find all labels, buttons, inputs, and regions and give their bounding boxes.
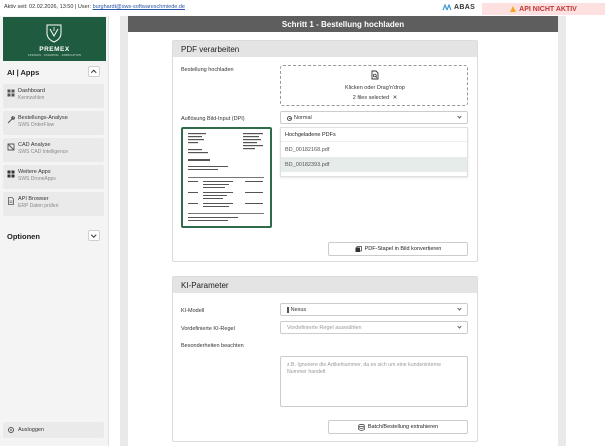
sidebar-item-title: Bestellungs-Analyse <box>18 115 68 121</box>
sidebar-item-subtitle: SWS CAD Intelligence <box>18 149 69 155</box>
notes-label: Besonderheiten beachten <box>181 343 244 349</box>
gear-icon <box>8 427 14 433</box>
pdf-panel: PDF verarbeiten Bestellung hochladen Kli… <box>172 40 478 262</box>
sidebar: PREMEX SPRINGS · STAMPING · FABRICATION … <box>0 16 109 446</box>
model-selected-value: Nexus <box>287 307 306 313</box>
convert-pdf-button[interactable]: PDF-Stapel in Bild konvertieren <box>328 242 468 256</box>
files-list-header: Hochgeladene PDFs <box>281 128 467 142</box>
rule-placeholder: Vordefinierte Regel auswählen <box>287 325 362 331</box>
sidebar-item-dashboard[interactable]: Dashboard Kennzahlen <box>3 84 104 108</box>
ki-panel-title: KI-Parameter <box>173 277 477 293</box>
page-title: Schritt 1 - Bestellung hochladen <box>128 16 558 32</box>
clear-files-icon[interactable]: ✕ <box>393 95 398 101</box>
chevron-up-icon <box>91 70 97 75</box>
files-selected-count: 2 files selected <box>352 95 390 101</box>
sidebar-item-title: Dashboard <box>18 88 45 94</box>
files-selected-text: 2 files selected ✕ <box>281 95 469 101</box>
dpi-label: Auflösung Bild-Input (DPI) <box>181 116 245 122</box>
rule-placeholder-text: Vordefinierte Regel auswählen <box>287 325 362 331</box>
abas-logo: ABAS <box>442 4 475 11</box>
apps-collapse-button[interactable] <box>88 66 100 77</box>
abas-label: ABAS <box>454 4 476 11</box>
sidebar-item-subtitle: SWS OrderFlow <box>18 122 55 128</box>
sidebar-item-title: CAD Analyse <box>18 142 51 148</box>
cad-icon <box>7 143 15 151</box>
brand-tagline: SPRINGS · STAMPING · FABRICATION <box>27 54 82 57</box>
active-since-text: Aktiv seit: 02.02.2026, 13:50 | User: <box>4 4 93 10</box>
sidebar-item-title: Weitere Apps <box>18 169 51 175</box>
convert-button-label: PDF-Stapel in Bild konvertieren <box>364 246 442 252</box>
api-status-text: API NICHT AKTIV <box>519 5 577 13</box>
model-value-text: Nexus <box>290 307 307 313</box>
options-section-title: Optionen <box>7 232 40 241</box>
sidebar-item-subtitle: SWS DroneApps <box>18 176 56 182</box>
rule-label: Vordefinierte KI-Regel <box>181 326 235 332</box>
database-icon <box>358 423 365 431</box>
content-area: PDF verarbeiten Bestellung hochladen Kli… <box>128 32 558 446</box>
notes-textarea[interactable]: z.B. Ignoriere die Artikelnummer, da es … <box>280 356 468 407</box>
file-list-item-selected[interactable]: BD_00182393.pdf <box>281 157 467 172</box>
chevron-down-icon <box>457 324 462 329</box>
abas-icon <box>442 4 452 11</box>
sidebar-item-bestellungs-analyse[interactable]: Bestellungs-Analyse SWS OrderFlow <box>3 111 104 135</box>
warning-icon <box>510 6 517 12</box>
rule-select[interactable]: Vordefinierte Regel auswählen <box>280 321 468 334</box>
user-email-link[interactable]: burghardt@sws-softwareschmiede.de <box>93 4 185 10</box>
main-area: Schritt 1 - Bestellung hochladen PDF ver… <box>120 16 566 446</box>
document-icon <box>8 197 14 205</box>
file-dropzone[interactable]: Klicken oder Drag'n'drop 2 files selecte… <box>280 65 468 106</box>
images-icon <box>355 245 362 252</box>
pdf-page-preview <box>188 133 264 221</box>
extract-button-label: Batch/Bestellung extrahieren <box>367 424 439 430</box>
upload-label: Bestellung hochladen <box>181 67 234 73</box>
logout-button[interactable]: Ausloggen <box>3 422 104 438</box>
wrench-icon <box>7 116 15 124</box>
logout-label: Ausloggen <box>18 427 44 433</box>
sidebar-item-title: API Browser <box>18 196 49 202</box>
uploaded-files-list: Hochgeladene PDFs BD_00182168.pdf BD_001… <box>280 127 468 177</box>
dpi-value-text: Normal <box>294 115 312 121</box>
sidebar-item-subtitle: Kennzahlen <box>18 95 45 101</box>
premex-logo: PREMEX SPRINGS · STAMPING · FABRICATION <box>3 17 106 61</box>
top-bar: Aktiv seit: 02.02.2026, 13:50 | User: bu… <box>0 0 610 16</box>
pdf-panel-title: PDF verarbeiten <box>173 41 477 57</box>
session-info: Aktiv seit: 02.02.2026, 13:50 | User: bu… <box>4 4 185 10</box>
dashboard-icon <box>7 89 15 97</box>
options-expand-button[interactable] <box>88 230 100 241</box>
file-list-item[interactable]: BD_00182168.pdf <box>281 142 467 157</box>
chevron-down-icon <box>91 232 97 237</box>
ki-parameter-panel: KI-Parameter KI-Modell Nexus Vordefinier… <box>172 276 478 442</box>
api-status-badge: API NICHT AKTIV <box>482 3 605 15</box>
extract-button[interactable]: Batch/Bestellung extrahieren <box>328 420 468 434</box>
file-search-icon <box>371 70 379 80</box>
chevron-down-icon <box>457 306 462 311</box>
crest-icon <box>46 24 62 43</box>
notes-placeholder: z.B. Ignoriere die Artikelnummer, da es … <box>287 362 441 375</box>
radio-icon <box>287 115 292 121</box>
model-label: KI-Modell <box>181 308 205 314</box>
sidebar-item-weitere-apps[interactable]: Weitere Apps SWS DroneApps <box>3 165 104 189</box>
model-select[interactable]: Nexus <box>280 303 468 316</box>
sidebar-item-cad-analyse[interactable]: CAD Analyse SWS CAD Intelligence <box>3 138 104 162</box>
chevron-down-icon <box>457 114 462 119</box>
pdf-preview-thumbnail[interactable] <box>181 127 272 228</box>
dpi-selected-value: Normal <box>287 115 312 121</box>
sidebar-item-subtitle: ERP Daten prüfen <box>18 203 59 209</box>
dropzone-text: Klicken oder Drag'n'drop <box>345 85 405 91</box>
sidebar-item-api-browser[interactable]: API Browser ERP Daten prüfen <box>3 192 104 216</box>
apps-section-title: AI | Apps <box>7 68 40 77</box>
apps-grid-icon <box>7 170 15 178</box>
model-icon <box>287 307 289 313</box>
brand-name: PREMEX <box>39 46 70 53</box>
dpi-select[interactable]: Normal <box>280 111 468 124</box>
